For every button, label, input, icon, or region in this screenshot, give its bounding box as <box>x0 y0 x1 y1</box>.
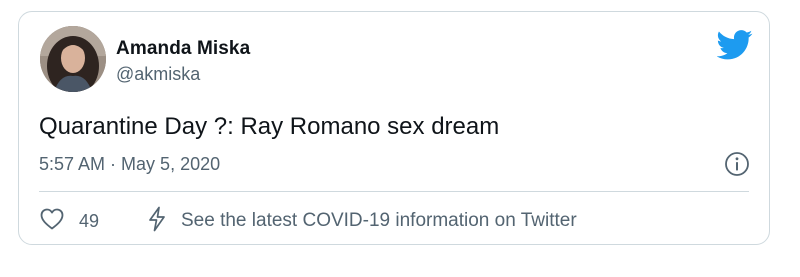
covid-info-text: See the latest COVID-19 information on T… <box>181 210 577 231</box>
timestamp-separator: · <box>110 154 117 174</box>
twitter-bird-icon[interactable] <box>716 30 753 60</box>
avatar[interactable] <box>40 26 106 92</box>
tweet-text: Quarantine Day ?: Ray Romano sex dream <box>39 113 500 140</box>
info-icon[interactable] <box>724 151 750 177</box>
divider <box>39 191 749 192</box>
tweet-card: Amanda Miska @akmiska Quarantine Day ?: … <box>18 11 770 245</box>
lightning-icon <box>147 206 167 237</box>
tweet-timestamp: 5:57 AM · May 5, 2020 <box>39 154 220 175</box>
tweet-date: May 5, 2020 <box>121 154 221 174</box>
author-name[interactable]: Amanda Miska <box>116 38 250 60</box>
heart-icon <box>39 207 65 236</box>
like-button[interactable]: 49 <box>39 208 99 234</box>
covid-info-link[interactable]: See the latest COVID-19 information on T… <box>147 206 577 237</box>
author-handle[interactable]: @akmiska <box>116 64 200 85</box>
tweet-time: 5:57 AM <box>39 154 106 174</box>
tweet-time-link[interactable]: 5:57 AM · May 5, 2020 <box>39 154 220 174</box>
like-count: 49 <box>79 210 100 231</box>
